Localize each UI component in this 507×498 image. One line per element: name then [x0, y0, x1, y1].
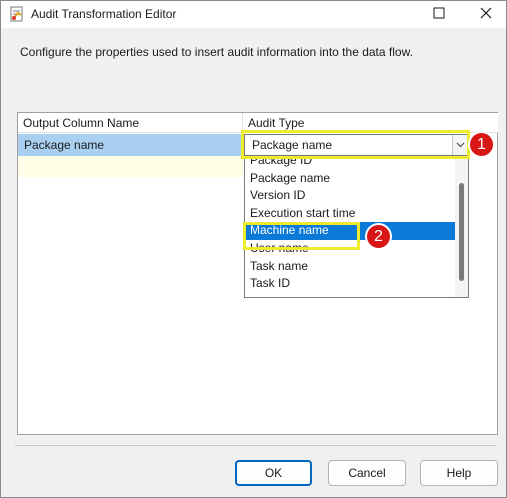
window-title: Audit Transformation Editor — [31, 7, 177, 21]
dropdown-option-machine-name[interactable]: Machine name — [245, 222, 455, 240]
dropdown-option-package-name[interactable]: Package name — [245, 170, 455, 188]
dropdown-option-user-name[interactable]: User name — [245, 240, 455, 258]
footer-separator — [15, 445, 496, 446]
close-button[interactable] — [466, 1, 506, 28]
audit-transformation-editor-window: Audit Transformation Editor Configure th… — [0, 0, 507, 498]
close-icon — [480, 7, 492, 22]
dialog-description: Configure the properties used to insert … — [20, 45, 413, 59]
column-header-output-column-name[interactable]: Output Column Name — [18, 113, 243, 133]
ok-button[interactable]: OK — [235, 460, 312, 486]
chevron-down-icon[interactable] — [452, 135, 468, 155]
audit-type-dropdown[interactable]: Package name — [244, 134, 469, 156]
dropdown-option-task-name[interactable]: Task name — [245, 258, 455, 276]
maximize-button[interactable] — [419, 1, 459, 28]
dropdown-option-execution-start-time[interactable]: Execution start time — [245, 205, 455, 223]
dropdown-option-package-id[interactable]: Package ID — [245, 157, 455, 170]
ssis-audit-icon — [9, 6, 25, 22]
maximize-icon — [433, 7, 445, 22]
audit-type-value: Package name — [252, 138, 333, 152]
new-row-placeholder[interactable] — [18, 156, 243, 177]
cancel-button[interactable]: Cancel — [328, 460, 406, 486]
dropdown-option-task-id[interactable]: Task ID — [245, 275, 455, 293]
annotation-badge-2: 2 — [365, 223, 392, 250]
audit-columns-grid: Output Column Name Audit Type Package na… — [17, 112, 498, 435]
scrollbar-thumb[interactable] — [459, 183, 464, 281]
annotation-badge-1: 1 — [468, 131, 495, 158]
help-button[interactable]: Help — [420, 460, 498, 486]
title-bar: Audit Transformation Editor — [1, 1, 506, 28]
dropdown-option-version-id[interactable]: Version ID — [245, 187, 455, 205]
dropdown-scrollbar[interactable] — [455, 157, 468, 297]
column-header-audit-type[interactable]: Audit Type — [243, 113, 498, 133]
audit-type-dropdown-list: Package ID Package name Version ID Execu… — [244, 156, 469, 298]
output-column-name-cell[interactable]: Package name — [18, 134, 243, 156]
dropdown-options: Package ID Package name Version ID Execu… — [245, 157, 455, 293]
